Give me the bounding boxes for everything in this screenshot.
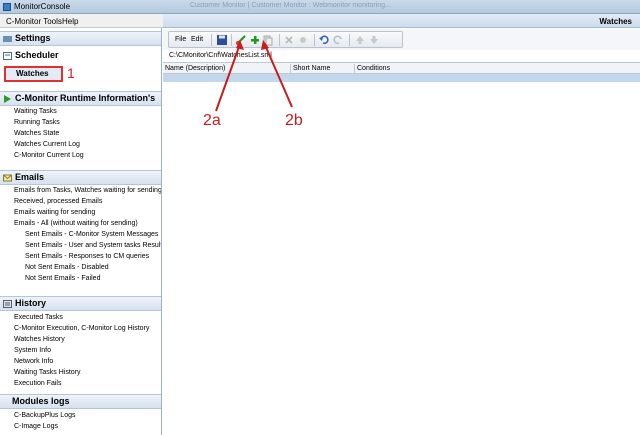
annotation-2b: 2b	[285, 112, 303, 129]
sidebar-section-scheduler[interactable]: Scheduler	[0, 49, 161, 64]
sidebar-section-emails[interactable]: Emails	[0, 170, 161, 185]
column-short-name[interactable]: Short Name	[290, 64, 356, 73]
delete-icon[interactable]	[283, 34, 295, 46]
app-icon	[3, 3, 11, 11]
sidebar-item-received-emails[interactable]: Received, processed Emails	[14, 197, 102, 207]
column-name[interactable]: Name (Description)	[163, 64, 291, 73]
annotation-2a: 2a	[203, 112, 221, 129]
add-icon[interactable]	[249, 34, 261, 46]
sidebar-item-waiting-tasks[interactable]: Waiting Tasks	[14, 107, 57, 117]
sidebar-item-sent-responses[interactable]: Sent Emails - Responses to CM queries	[25, 252, 149, 262]
toolbar-separator	[314, 34, 315, 46]
column-conditions[interactable]: Conditions	[354, 64, 390, 73]
toolbar-area: File Edit	[163, 29, 640, 50]
panel-header: Watches	[163, 14, 640, 28]
edit-menu[interactable]: Edit	[191, 36, 203, 43]
toolbar-separator	[231, 34, 232, 46]
sidebar-item-watches[interactable]: Watches	[4, 66, 63, 82]
menu-cmonitor-tools[interactable]: C-Monitor Tools	[6, 17, 62, 26]
file-path: C:\CMonitor\Cnf\WatchesList.sml	[163, 50, 640, 62]
window-title: MonitorConsole	[14, 2, 71, 11]
sidebar-item-not-sent-failed[interactable]: Not Sent Emails - Failed	[25, 274, 100, 284]
settings-icon	[3, 36, 12, 42]
toolbar: File Edit	[168, 31, 403, 48]
title-bar: MonitorConsole Customer Monitor | Custom…	[0, 0, 640, 14]
table-header: Name (Description) Short Name Conditions	[163, 62, 640, 74]
annotation-1: 1	[67, 65, 75, 81]
sidebar-item-not-sent-disabled[interactable]: Not Sent Emails - Disabled	[25, 263, 109, 273]
sidebar-item-system-info[interactable]: System Info	[14, 346, 51, 356]
sidebar-item-network-info[interactable]: Network Info	[14, 357, 53, 367]
toolbar-separator	[349, 34, 350, 46]
sidebar-item-waiting-tasks-history[interactable]: Waiting Tasks History	[14, 368, 81, 378]
edit-watch-icon[interactable]	[235, 34, 247, 46]
table-row[interactable]	[163, 74, 640, 82]
sidebar-item-execution-log-history[interactable]: C-Monitor Execution, C-Monitor Log Histo…	[14, 324, 149, 334]
sidebar-item-emails-waiting[interactable]: Emails waiting for sending	[14, 208, 95, 218]
menu-bar: C-Monitor Tools Help	[0, 14, 163, 28]
file-menu[interactable]: File	[175, 36, 186, 43]
sidebar: Settings Scheduler Watches 1 C-Monitor R…	[0, 28, 162, 435]
sidebar-item-emails-waiting-tasks[interactable]: Emails from Tasks, Watches waiting for s…	[14, 186, 161, 196]
sidebar-item-cbackupplus-logs[interactable]: C-BackupPlus Logs	[14, 411, 75, 421]
sidebar-item-sent-user[interactable]: Sent Emails - User and System tasks Resu…	[25, 241, 161, 251]
history-icon	[3, 300, 12, 308]
play-icon	[4, 95, 11, 103]
sidebar-item-sent-system[interactable]: Sent Emails - C-Monitor System Messages	[25, 230, 158, 240]
toolbar-separator	[211, 34, 212, 46]
sidebar-section-runtime[interactable]: C-Monitor Runtime Information's	[0, 91, 161, 106]
toolbar-separator	[279, 34, 280, 46]
move-up-icon[interactable]	[354, 34, 366, 46]
sidebar-item-executed-tasks[interactable]: Executed Tasks	[14, 313, 63, 323]
sidebar-item-execution-fails[interactable]: Execution Fails	[14, 379, 61, 389]
sidebar-section-history[interactable]: History	[0, 296, 161, 311]
background-tabs: Customer Monitor | Customer Monitor : We…	[190, 2, 391, 9]
panel-title: Watches	[599, 17, 632, 26]
sidebar-item-cmonitor-current-log[interactable]: C-Monitor Current Log	[14, 151, 84, 161]
redo-icon[interactable]	[332, 34, 344, 46]
menu-help[interactable]: Help	[62, 17, 78, 26]
move-down-icon[interactable]	[368, 34, 380, 46]
sidebar-item-running-tasks[interactable]: Running Tasks	[14, 118, 60, 128]
sidebar-item-watches-current-log[interactable]: Watches Current Log	[14, 140, 80, 150]
copy-icon[interactable]	[262, 34, 274, 46]
sidebar-item-watches-history[interactable]: Watches History	[14, 335, 65, 345]
envelope-icon	[3, 174, 12, 182]
sidebar-section-modules[interactable]: Modules logs	[0, 394, 161, 409]
sidebar-item-emails-all[interactable]: Emails - All (without waiting for sendin…	[14, 219, 138, 229]
scheduler-icon	[3, 52, 12, 60]
watches-list	[163, 82, 640, 435]
sidebar-section-settings[interactable]: Settings	[0, 31, 161, 46]
sidebar-item-watches-state[interactable]: Watches State	[14, 129, 59, 139]
properties-icon[interactable]	[297, 34, 309, 46]
sidebar-item-cimage-logs[interactable]: C-Image Logs	[14, 422, 58, 432]
undo-icon[interactable]	[318, 34, 330, 46]
save-icon[interactable]	[216, 34, 228, 46]
